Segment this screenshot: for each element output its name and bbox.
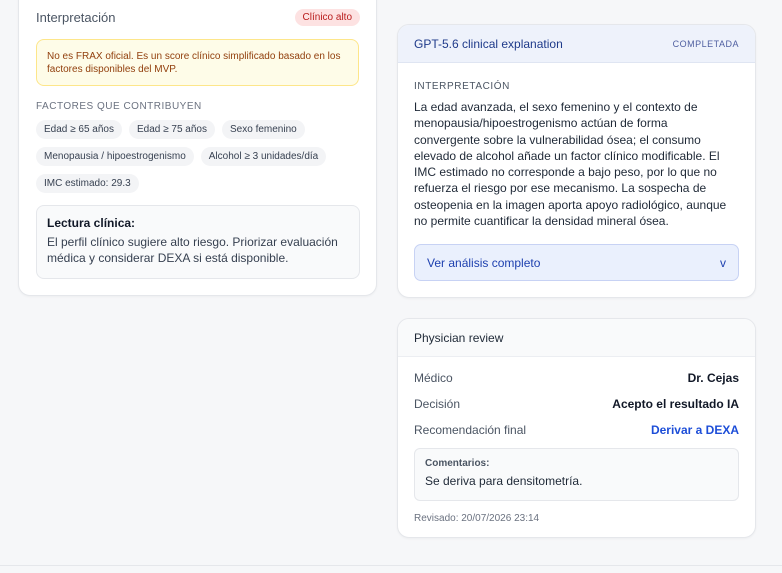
divider (0, 565, 782, 566)
comments-text: Se deriva para densitometría. (425, 474, 583, 488)
factor-chips: Edad ≥ 65 años Edad ≥ 75 años Sexo femen… (36, 120, 366, 193)
factor-chip: IMC estimado: 29.3 (36, 174, 139, 193)
factor-chip: Sexo femenino (222, 120, 305, 139)
clinical-reading-box: Lectura clínica: El perfil clínico sugie… (36, 205, 360, 279)
gpt-interpretation-text: La edad avanzada, el sexo femenino y el … (414, 100, 727, 229)
physician-review-card: Physician review Médico Dr. Cejas Decisi… (397, 318, 756, 538)
risk-badge: Clínico alto (294, 9, 360, 26)
clinical-reading-text: El perfil clínico sugiere alto riesgo. P… (47, 235, 338, 265)
factor-chip: Alcohol ≥ 3 unidades/día (200, 147, 327, 166)
comments-box: Comentarios: Se deriva para densitometrí… (414, 448, 739, 501)
doctor-value: Dr. Cejas (687, 371, 739, 385)
gpt-card-header: GPT-5.6 clinical explanation COMPLETADA (398, 25, 755, 63)
doctor-label: Médico (414, 371, 453, 385)
factor-chip: Edad ≥ 65 años (36, 120, 122, 139)
gpt-interpretation-label: INTERPRETACIÓN (414, 81, 510, 92)
factors-title: FACTORES QUE CONTRIBUYEN (36, 101, 202, 112)
chevron-down-icon: v (720, 255, 726, 270)
comments-label: Comentarios: (425, 458, 490, 469)
factor-chip: Menopausia / hipoestrogenismo (36, 147, 194, 166)
interpretation-row: Interpretación Clínico alto (36, 9, 360, 26)
decision-row: Decisión Acepto el resultado IA (414, 397, 739, 411)
view-full-analysis-label: Ver análisis completo (427, 255, 541, 270)
recommendation-value: Derivar a DEXA (650, 423, 739, 437)
physician-review-title: Physician review (414, 330, 504, 345)
frax-warning: No es FRAX oficial. Es un score clínico … (36, 39, 359, 86)
recommendation-label: Recomendación final (414, 423, 527, 437)
decision-value: Acepto el resultado IA (612, 397, 739, 411)
recommendation-row: Recomendación final Derivar a DEXA (414, 423, 739, 437)
view-full-analysis-button[interactable]: Ver análisis completo v (414, 244, 739, 281)
factor-chip: Edad ≥ 75 años (129, 120, 215, 139)
status-badge: COMPLETADA (672, 38, 739, 49)
risk-summary-card: Interpretación Clínico alto No es FRAX o… (18, 0, 377, 296)
decision-label: Decisión (414, 397, 461, 411)
clinical-reading-title: Lectura clínica: (47, 216, 136, 230)
physician-review-header: Physician review (398, 319, 755, 357)
doctor-row: Médico Dr. Cejas (414, 371, 739, 385)
gpt-card-title: GPT-5.6 clinical explanation (414, 36, 563, 51)
gpt-explanation-card: GPT-5.6 clinical explanation COMPLETADA … (397, 24, 756, 298)
interpretation-title: Interpretación (36, 10, 116, 25)
reviewed-timestamp: Revisado: 20/07/2026 23:14 (414, 513, 540, 524)
